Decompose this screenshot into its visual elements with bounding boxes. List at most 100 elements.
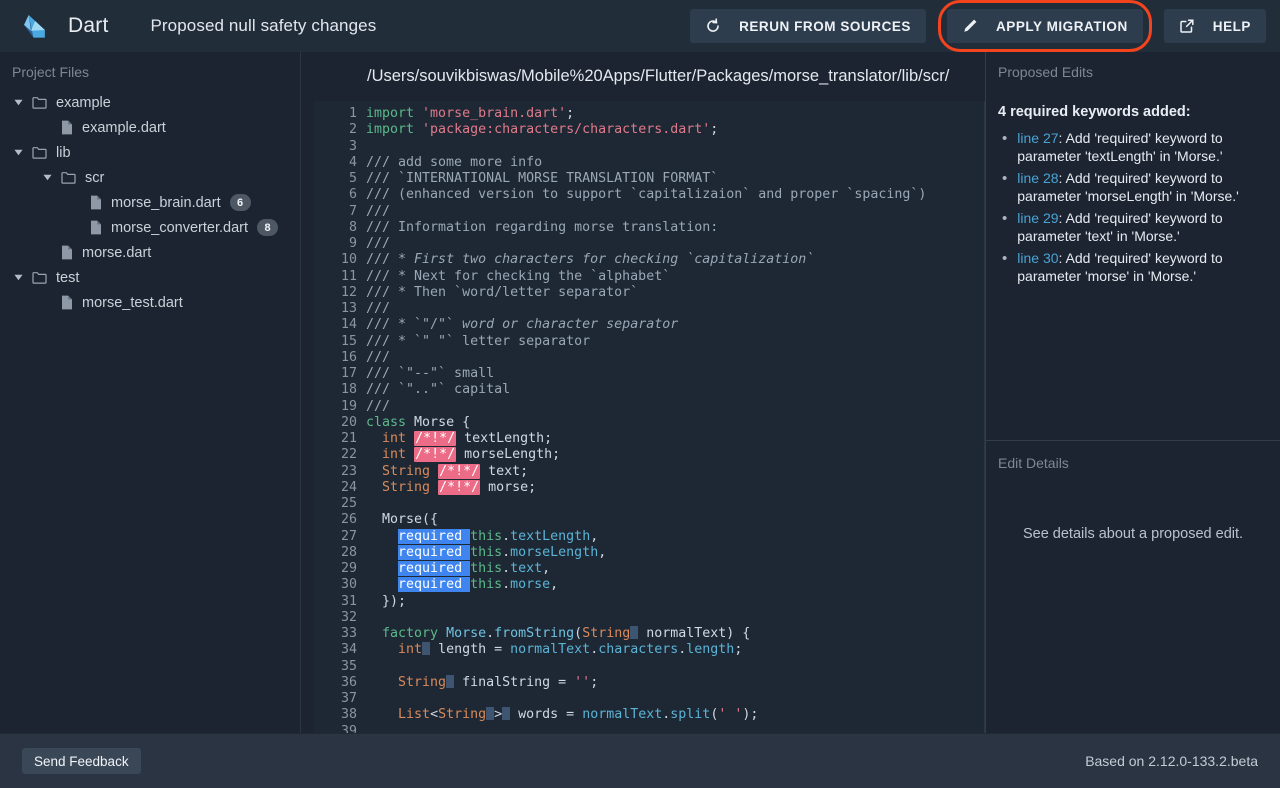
- line-number: 21: [340, 431, 357, 446]
- edit-details-section: Edit Details See details about a propose…: [986, 441, 1280, 733]
- non-nullable-marker[interactable]: /*!*/: [414, 447, 457, 463]
- tree-folder-row[interactable]: lib: [0, 140, 300, 165]
- code-token: List: [398, 707, 431, 723]
- code-line-content: /// `INTERNATIONAL MORSE TRANSLATION FOR…: [366, 171, 984, 187]
- code-token: Morse: [446, 626, 487, 641]
- rerun-from-sources-label: RERUN FROM SOURCES: [739, 18, 911, 34]
- tree-item-label: example.dart: [82, 119, 166, 136]
- code-token: import: [366, 122, 423, 138]
- line-number: 17: [340, 366, 357, 381]
- required-keyword-added[interactable]: required: [398, 528, 471, 544]
- code-token: morse: [510, 577, 551, 593]
- code-token: .: [486, 626, 495, 641]
- code-line-content: /// * First two characters for checking …: [366, 252, 984, 268]
- line-number: 35: [340, 658, 357, 674]
- code-line: 5 /// `INTERNATIONAL MORSE TRANSLATION FO…: [314, 171, 984, 187]
- nullability-hint-marker[interactable]: [486, 707, 495, 721]
- code-token: String: [382, 479, 431, 495]
- required-keyword-added[interactable]: required: [398, 577, 471, 593]
- line-number: 29: [340, 561, 357, 576]
- code-token: class: [366, 414, 415, 430]
- nullability-hint-marker[interactable]: [422, 642, 431, 656]
- code-line-content: factory Morse.fromString(String normalTe…: [366, 626, 984, 642]
- project-files-title: Project Files: [12, 64, 90, 80]
- code-line: 23 String /*!*/ text;: [314, 463, 984, 480]
- code-line-content: ///: [366, 204, 984, 220]
- code-token: /// * Then `word/letter separator`: [366, 284, 639, 300]
- edit-list-item[interactable]: • line 29: Add 'required' keyword to para…: [1002, 210, 1268, 245]
- send-feedback-button[interactable]: Send Feedback: [22, 748, 141, 774]
- tree-folder-row[interactable]: example: [0, 90, 300, 115]
- code-token: ///: [366, 398, 391, 414]
- line-number: 2: [348, 122, 357, 138]
- code-line: 12 /// * Then `word/letter separator`: [314, 285, 984, 301]
- refresh-icon: [705, 18, 721, 34]
- apply-migration-button[interactable]: APPLY MIGRATION: [947, 9, 1143, 43]
- tree-file-row[interactable]: morse_converter.dart 8: [0, 215, 300, 240]
- code-token: ///: [366, 203, 391, 219]
- code-token: characters: [598, 642, 679, 658]
- tree-folder-row[interactable]: scr: [0, 165, 300, 190]
- edit-line-link[interactable]: line 28: [1017, 170, 1058, 186]
- line-number: 14: [340, 317, 357, 333]
- code-viewer[interactable]: 1 import 'morse_brain.dart'; 2 import 'pack…: [314, 101, 985, 733]
- edit-item-text: line 29: Add 'required' keyword to param…: [1017, 210, 1268, 245]
- code-token: ,: [590, 528, 599, 544]
- code-token: .: [502, 544, 511, 560]
- code-line: 16 ///: [314, 350, 984, 366]
- edit-line-link[interactable]: line 29: [1017, 210, 1058, 226]
- code-token: ,: [598, 544, 607, 560]
- code-token: );: [742, 707, 759, 723]
- code-line-content: Morse({: [366, 512, 984, 528]
- chevron-down-icon[interactable]: [12, 147, 24, 159]
- tree-file-row[interactable]: morse_test.dart: [0, 290, 300, 315]
- tree-file-row[interactable]: example.dart: [0, 115, 300, 140]
- line-number: 37: [340, 691, 357, 706]
- tree-folder-row[interactable]: test: [0, 265, 300, 290]
- help-button[interactable]: HELP: [1163, 9, 1266, 43]
- tree-file-row[interactable]: morse.dart: [0, 240, 300, 265]
- code-token: morse;: [480, 479, 537, 495]
- code-token: /// `"--"` small: [366, 366, 495, 381]
- required-keyword-added[interactable]: required: [398, 561, 471, 576]
- tree-item-label: morse.dart: [82, 244, 152, 261]
- chevron-down-icon[interactable]: [12, 97, 24, 109]
- code-line: 3: [314, 139, 984, 155]
- non-nullable-marker[interactable]: /*!*/: [438, 463, 481, 479]
- edit-line-link[interactable]: line 30: [1017, 250, 1058, 266]
- code-line: 31 });: [314, 594, 984, 610]
- code-line-content: import 'morse_brain.dart';: [366, 106, 984, 122]
- code-token: import: [366, 106, 423, 121]
- non-nullable-marker[interactable]: /*!*/: [414, 431, 457, 446]
- external-link-icon: [1179, 18, 1195, 34]
- nullability-hint-marker[interactable]: [446, 674, 455, 688]
- line-number: 1: [348, 106, 357, 121]
- rerun-from-sources-button[interactable]: RERUN FROM SOURCES: [690, 9, 926, 43]
- tree-item-label: morse_converter.dart: [111, 219, 249, 236]
- code-token: textLength: [510, 528, 591, 544]
- edit-list-item[interactable]: • line 28: Add 'required' keyword to para…: [1002, 170, 1268, 205]
- file-icon: [61, 120, 73, 135]
- code-line: 36 String finalString = '';: [314, 674, 984, 691]
- tree-file-row[interactable]: morse_brain.dart 6: [0, 190, 300, 215]
- edit-line-link[interactable]: line 27: [1017, 130, 1058, 146]
- chevron-down-icon[interactable]: [12, 272, 24, 284]
- file-icon: [61, 245, 73, 260]
- chevron-down-icon[interactable]: [41, 172, 53, 184]
- app-footer: Send Feedback Based on 2.12.0-133.2.beta: [0, 733, 1280, 788]
- line-number: 10: [340, 252, 357, 268]
- edit-list-item[interactable]: • line 27: Add 'required' keyword to para…: [1002, 130, 1268, 165]
- edit-list-item[interactable]: • line 30: Add 'required' keyword to para…: [1002, 250, 1268, 285]
- editor-panel: /Users/souvikbiswas/Mobile%20Apps/Flutte…: [300, 52, 985, 733]
- nullability-hint-marker[interactable]: [502, 707, 511, 721]
- dart-logo-icon: [22, 12, 48, 40]
- required-keyword-added[interactable]: required: [398, 544, 471, 560]
- code-line-content: required this.morse,: [366, 577, 984, 593]
- non-nullable-marker[interactable]: /*!*/: [438, 479, 481, 495]
